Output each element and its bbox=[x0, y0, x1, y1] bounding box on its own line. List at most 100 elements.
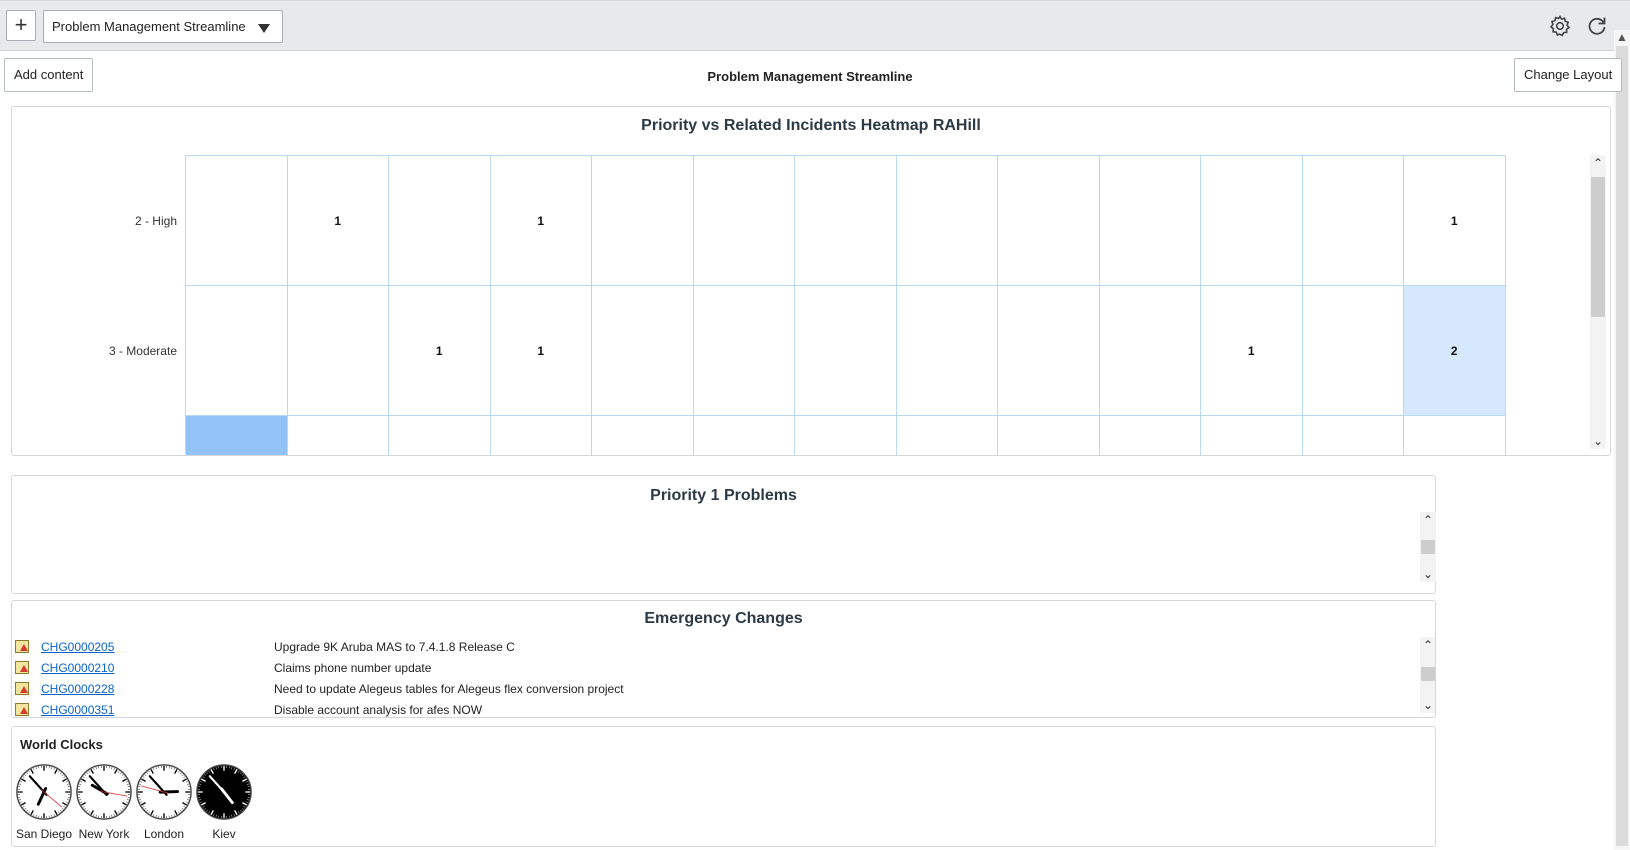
priority1-scrollbar[interactable]: ⌃ ⌄ bbox=[1420, 512, 1436, 582]
heatmap-cell[interactable]: 1 bbox=[490, 156, 592, 286]
gear-icon[interactable] bbox=[1548, 14, 1572, 38]
heatmap-cell[interactable] bbox=[186, 286, 288, 416]
heatmap-cell[interactable] bbox=[998, 416, 1100, 455]
change-link[interactable]: CHG0000228 bbox=[41, 682, 114, 696]
heatmap-cell[interactable] bbox=[389, 156, 491, 286]
heatmap-cell[interactable] bbox=[896, 286, 998, 416]
scroll-up-icon[interactable]: ⌃ bbox=[1420, 637, 1435, 653]
world-clock: London bbox=[134, 763, 194, 841]
scroll-down-icon[interactable]: ⌄ bbox=[1590, 433, 1606, 449]
list-item: CHG0000205 Upgrade 9K Aruba MAS to 7.4.1… bbox=[15, 637, 1405, 658]
heatmap-cell[interactable] bbox=[1201, 416, 1303, 455]
heatmap-cell[interactable] bbox=[1099, 156, 1201, 286]
heatmap-cell[interactable] bbox=[288, 416, 389, 455]
scroll-down-icon[interactable]: ⌄ bbox=[1420, 697, 1435, 713]
change-description: Claims phone number update bbox=[274, 661, 432, 675]
heatmap-cell[interactable] bbox=[491, 416, 592, 455]
clock-icon bbox=[16, 764, 72, 820]
change-link[interactable]: CHG0000205 bbox=[41, 640, 114, 654]
clock-city-label: New York bbox=[78, 827, 130, 841]
heatmap-cell[interactable]: 2 bbox=[1404, 286, 1506, 416]
change-warning-icon bbox=[15, 661, 29, 674]
heatmap-cell[interactable] bbox=[186, 156, 288, 286]
emergency-title: Emergency Changes bbox=[644, 610, 803, 627]
change-description: Need to update Alegeus tables for Alegeu… bbox=[274, 682, 624, 696]
heatmap-cell[interactable] bbox=[1100, 416, 1201, 455]
heatmap-cell[interactable] bbox=[1099, 286, 1201, 416]
heatmap-cell[interactable] bbox=[592, 156, 694, 286]
scroll-up-icon[interactable]: ⌃ bbox=[1420, 512, 1436, 528]
heatmap-cell[interactable]: 1 bbox=[490, 286, 592, 416]
heatmap-cell[interactable] bbox=[1303, 416, 1404, 455]
change-description: Disable account analysis for afes NOW bbox=[274, 703, 483, 717]
heatmap-cell[interactable] bbox=[1201, 156, 1303, 286]
change-warning-icon bbox=[15, 640, 29, 653]
change-warning-icon bbox=[15, 682, 29, 695]
heatmap-cell[interactable] bbox=[896, 156, 998, 286]
heatmap-cell[interactable]: 1 bbox=[287, 156, 389, 286]
add-dashboard-button[interactable]: + bbox=[6, 10, 36, 41]
change-link[interactable]: CHG0000351 bbox=[41, 703, 114, 717]
heatmap-scrollbar[interactable]: ⌃ ⌄ bbox=[1590, 155, 1606, 449]
heatmap-widget: Priority vs Related Incidents Heatmap RA… bbox=[11, 106, 1611, 456]
heatmap-cell[interactable] bbox=[186, 416, 288, 455]
clock-city-label: London bbox=[143, 827, 185, 841]
heatmap-cell[interactable] bbox=[693, 286, 795, 416]
heatmap-cell[interactable] bbox=[592, 286, 694, 416]
scroll-down-icon[interactable]: ⌄ bbox=[1420, 566, 1436, 582]
heatmap-cell[interactable] bbox=[693, 156, 795, 286]
world-clock: Kiev bbox=[194, 763, 254, 841]
list-item: CHG0000210 Claims phone number update bbox=[15, 658, 1405, 679]
clock-icon bbox=[196, 764, 252, 820]
heatmap-cell[interactable] bbox=[1302, 286, 1404, 416]
list-item: CHG0000228 Need to update Alegeus tables… bbox=[15, 679, 1405, 700]
clock-city-label: San Diego bbox=[15, 827, 73, 841]
add-content-button[interactable]: Add content bbox=[4, 58, 94, 92]
priority1-problems-widget: Priority 1 Problems ⌃ ⌄ bbox=[11, 475, 1436, 594]
heatmap-grid: 1111112 bbox=[185, 155, 1506, 455]
heatmap-cell[interactable] bbox=[1302, 156, 1404, 286]
heatmap-cell[interactable] bbox=[287, 286, 389, 416]
heatmap-cell[interactable]: 1 bbox=[389, 286, 491, 416]
dashboard-select[interactable]: Problem Management Streamline bbox=[43, 10, 283, 43]
change-link[interactable]: CHG0000210 bbox=[41, 661, 114, 675]
priority1-title: Priority 1 Problems bbox=[650, 487, 797, 504]
list-item: CHG0000351 Disable account analysis for … bbox=[15, 700, 1405, 717]
clock-icon bbox=[76, 764, 132, 820]
heatmap-cell[interactable] bbox=[998, 156, 1100, 286]
change-layout-button[interactable]: Change Layout bbox=[1514, 58, 1623, 92]
heatmap-cell[interactable]: 1 bbox=[1404, 156, 1506, 286]
change-description: Upgrade 9K Aruba MAS to 7.4.1.8 Release … bbox=[274, 640, 515, 654]
scroll-up-icon[interactable]: ⌃ bbox=[1590, 155, 1606, 171]
scroll-up-icon[interactable]: ▲ bbox=[1614, 30, 1630, 46]
heatmap-scrollbar-thumb[interactable] bbox=[1591, 177, 1605, 317]
heatmap-cell[interactable] bbox=[795, 416, 897, 455]
page-title: Problem Management Streamline bbox=[707, 69, 913, 84]
heatmap-cell[interactable] bbox=[795, 156, 897, 286]
heatmap-cell[interactable] bbox=[998, 286, 1100, 416]
emergency-scrollbar-thumb[interactable] bbox=[1421, 667, 1435, 681]
priority1-scrollbar-thumb[interactable] bbox=[1421, 540, 1435, 554]
dashboard-select-value: Problem Management Streamline bbox=[52, 19, 246, 34]
heatmap-row-label: 3 - Moderate bbox=[108, 344, 177, 358]
heatmap-cell[interactable] bbox=[389, 416, 491, 455]
world-clock: New York bbox=[74, 763, 134, 841]
top-toolbar: + Problem Management Streamline bbox=[0, 0, 1630, 51]
heatmap-cell[interactable] bbox=[592, 416, 694, 455]
heatmap-title: Priority vs Related Incidents Heatmap RA… bbox=[641, 117, 981, 134]
heatmap-cell[interactable] bbox=[897, 416, 998, 455]
page-scrollbar-thumb[interactable] bbox=[1616, 46, 1628, 846]
emergency-scrollbar[interactable]: ⌃ ⌄ bbox=[1420, 637, 1435, 713]
heatmap-cell[interactable] bbox=[694, 416, 795, 455]
change-warning-icon bbox=[15, 703, 29, 716]
world-clocks-title: World Clocks bbox=[20, 737, 103, 752]
world-clock: San Diego bbox=[14, 763, 74, 841]
chevron-down-icon bbox=[258, 24, 270, 33]
heatmap-cell[interactable]: 1 bbox=[1201, 286, 1303, 416]
page-scrollbar[interactable]: ▲ bbox=[1614, 30, 1630, 850]
heatmap-cell[interactable] bbox=[795, 286, 897, 416]
refresh-icon[interactable] bbox=[1585, 14, 1609, 38]
heatmap-cell[interactable] bbox=[1404, 416, 1506, 455]
world-clocks-widget: World Clocks San Diego New York London Kiev bbox=[11, 726, 1436, 847]
heatmap-row-label: 2 - High bbox=[134, 214, 177, 228]
